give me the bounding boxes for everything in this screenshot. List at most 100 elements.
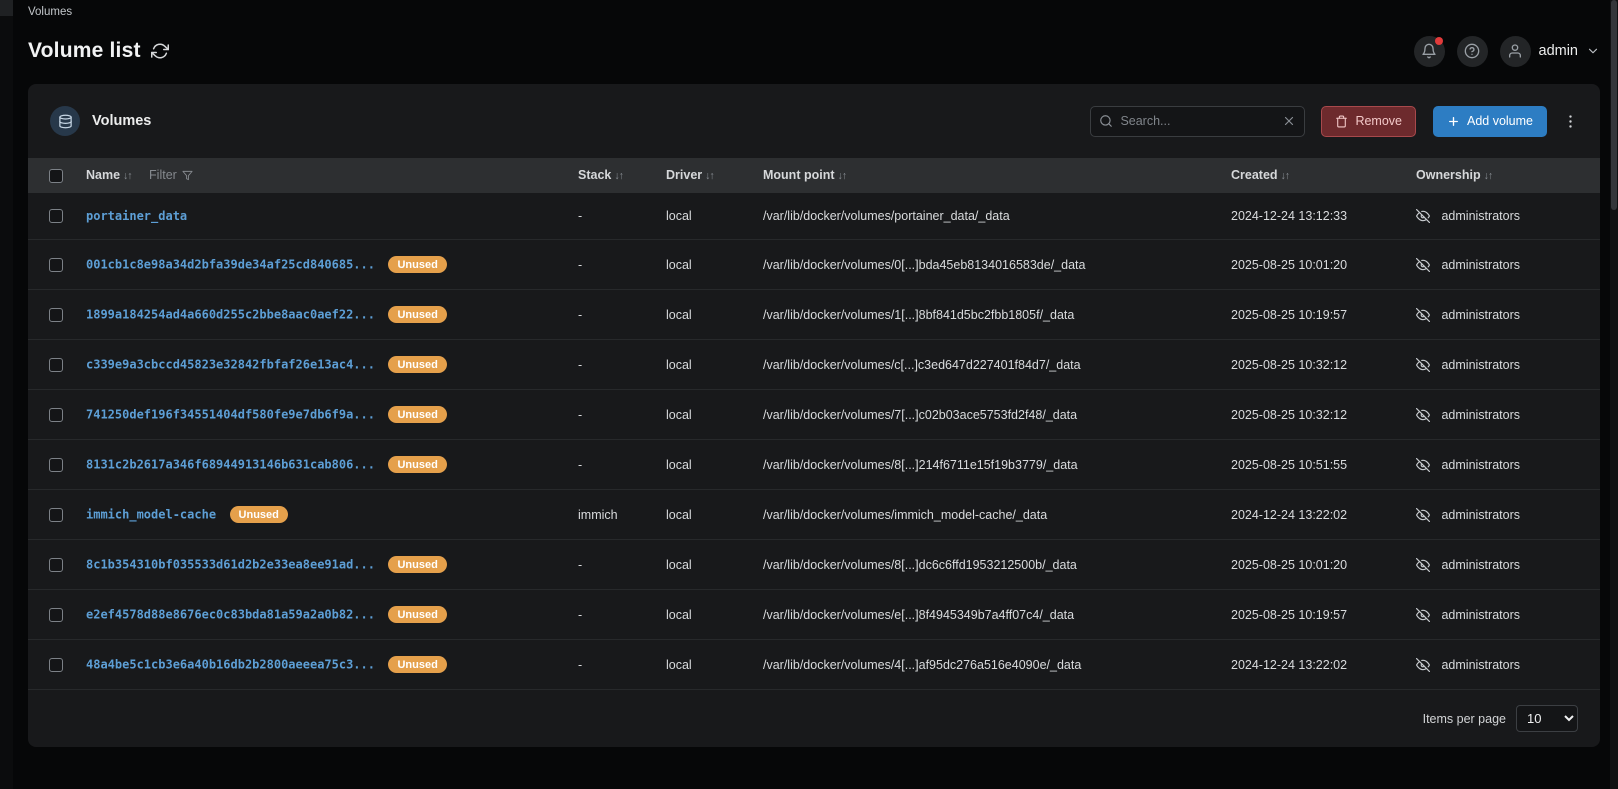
breadcrumb-volumes-link[interactable]: Volumes [28,6,72,18]
search-input[interactable] [1120,114,1276,128]
remove-button[interactable]: Remove [1321,105,1416,137]
created-cell: 2025-08-25 10:19:57 [1221,589,1406,641]
table-settings-button[interactable] [1560,113,1580,130]
refresh-icon[interactable] [150,42,169,60]
mount-cell: /var/lib/docker/volumes/8[...]214f6711e1… [753,439,1221,491]
table-row: 001cb1c8e98a34d2bfa39de34af25cd840685...… [28,239,1600,291]
sort-icon[interactable]: ↓↑ [838,170,847,182]
header-mount-point[interactable]: Mount point [763,168,835,182]
row-checkbox[interactable] [49,408,63,423]
row-checkbox[interactable] [49,258,63,273]
volume-name-link[interactable]: c339e9a3cbccd45823e32842fbfaf26e13ac4... [86,358,375,372]
volumes-panel: Volumes Remove Add volume [28,84,1600,748]
items-per-page-select[interactable]: 10 [1516,705,1578,733]
volumes-table: Name ↓↑ Filter Stack ↓↑ Driver ↓↑ Mount poi… [28,158,1600,691]
driver-cell: local [656,539,753,591]
sort-icon[interactable]: ↓↑ [1484,170,1493,182]
stack-cell: - [568,539,656,591]
remove-button-label: Remove [1355,114,1402,128]
table-row: 48a4be5c1cb3e6a40b16db2b2800aeeea75c3...… [28,639,1600,691]
header-stack[interactable]: Stack [578,168,611,182]
name-filter-button[interactable]: Filter [149,168,193,182]
volume-name-link[interactable]: e2ef4578d88e8676ec0c83bda81a59a2a0b82... [86,608,375,622]
mount-cell: /var/lib/docker/volumes/immich_model-cac… [753,489,1221,541]
scrollbar-thumb[interactable] [1611,0,1617,210]
filter-icon [182,170,193,180]
header-name[interactable]: Name [86,168,120,182]
stack-cell: - [568,239,656,291]
created-cell: 2025-08-25 10:01:20 [1221,239,1406,291]
kebab-icon [1568,114,1572,128]
eye-off-icon [1416,507,1430,522]
items-per-page-label: Items per page [1422,711,1506,726]
volume-name-link[interactable]: 1899a184254ad4a660d255c2bbe8aac0aef22... [86,308,375,322]
volume-name-link[interactable]: 48a4be5c1cb3e6a40b16db2b2800aeeea75c3... [86,658,375,672]
eye-off-icon [1416,307,1430,322]
table-body: portainer_data - local /var/lib/docker/v… [28,192,1600,691]
notifications-button[interactable] [1413,35,1445,67]
eye-off-icon [1416,357,1430,372]
row-checkbox[interactable] [49,508,63,523]
search-box [1090,105,1306,137]
mount-cell: /var/lib/docker/volumes/8[...]dc6c6ffd19… [753,539,1221,591]
panel-title: Volumes [92,113,152,129]
ownership-label: administrators [1441,607,1520,622]
header-driver[interactable]: Driver [666,168,702,182]
help-button[interactable] [1456,35,1488,67]
sort-icon[interactable]: ↓↑ [705,170,714,182]
stack-cell: - [568,639,656,691]
eye-off-icon [1416,457,1430,472]
bell-icon [1422,43,1436,59]
eye-off-icon [1416,407,1430,422]
volume-name-link[interactable]: 001cb1c8e98a34d2bfa39de34af25cd840685... [86,258,375,272]
mount-cell: /var/lib/docker/volumes/c[...]c3ed647d22… [753,339,1221,391]
row-checkbox[interactable] [49,658,63,673]
search-clear-icon[interactable] [1282,114,1296,128]
sort-icon[interactable]: ↓↑ [123,170,132,182]
driver-cell: local [656,439,753,491]
volume-name-link[interactable]: 8c1b354310bf035533d61d2b2e33ea8ee91ad... [86,558,375,572]
ownership-label: administrators [1441,507,1520,522]
eye-off-icon [1416,209,1430,224]
driver-cell: local [656,339,753,391]
add-volume-button[interactable]: Add volume [1432,105,1547,137]
row-checkbox[interactable] [49,558,63,573]
volume-name-link[interactable]: 741250def196f34551404df580fe9e7db6f9a... [86,408,375,422]
sort-icon[interactable]: ↓↑ [614,170,623,182]
row-checkbox[interactable] [49,308,63,323]
ownership-label: administrators [1441,557,1520,572]
user-menu[interactable]: admin [1499,35,1601,67]
created-cell: 2025-08-25 10:51:55 [1221,439,1406,491]
breadcrumb: Volumes [28,0,1600,20]
header-ownership[interactable]: Ownership [1416,168,1481,182]
created-cell: 2025-08-25 10:19:57 [1221,289,1406,341]
eye-off-icon [1416,557,1430,572]
select-all-checkbox[interactable] [49,168,63,183]
ownership-label: administrators [1441,209,1520,224]
row-checkbox[interactable] [49,209,63,224]
row-checkbox[interactable] [49,458,63,473]
created-cell: 2024-12-24 13:22:02 [1221,639,1406,691]
row-checkbox[interactable] [49,608,63,623]
main-content: Volumes Volume list admin Volumes Search… [13,0,1618,748]
header-created[interactable]: Created [1231,168,1278,182]
volume-name-link[interactable]: immich_model-cache [86,508,216,522]
table-row: e2ef4578d88e8676ec0c83bda81a59a2a0b82...… [28,589,1600,641]
ownership-label: administrators [1441,657,1520,672]
panel-header: Volumes Remove Add volume [28,84,1600,158]
sort-icon[interactable]: ↓↑ [1281,170,1290,182]
ownership-label: administrators [1441,307,1520,322]
volume-name-link[interactable]: 8131c2b2617a346f68944913146b631cab806... [86,458,375,472]
driver-cell: local [656,239,753,291]
unused-badge: Unused [388,256,447,274]
ownership-label: administrators [1441,407,1520,422]
page-scrollbar[interactable] [1610,0,1618,789]
volume-name-link[interactable]: portainer_data [86,209,187,223]
sidebar-edge[interactable] [0,0,13,789]
ownership-label: administrators [1441,257,1520,272]
user-name: admin [1538,43,1579,59]
row-checkbox[interactable] [49,358,63,373]
created-cell: 2025-08-25 10:32:12 [1221,339,1406,391]
unused-badge: Unused [388,356,447,374]
ownership-label: administrators [1441,457,1520,472]
